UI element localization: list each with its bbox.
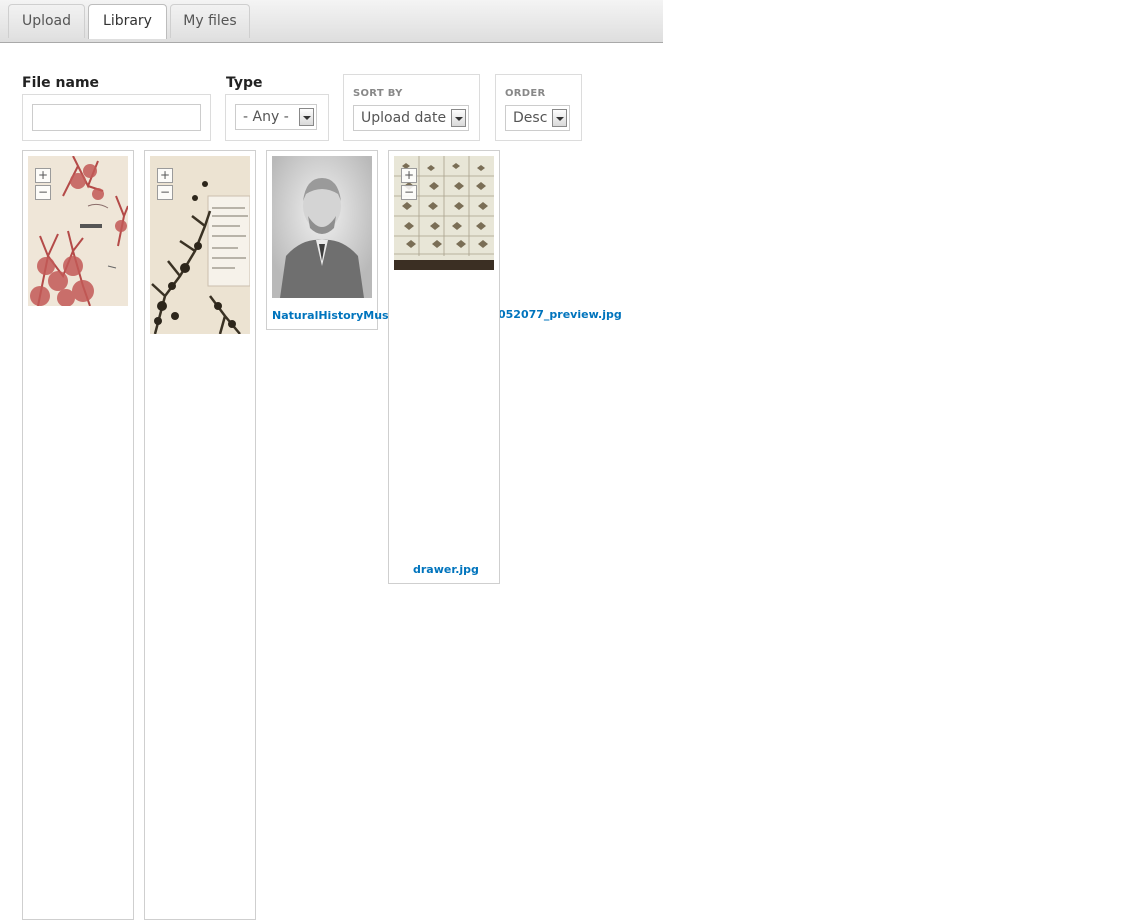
file-name-overflow: 052077_preview.jpg — [498, 308, 622, 321]
tab-bar: Upload Library My files — [0, 0, 663, 43]
file-name-link[interactable]: NaturalHistoryMuseu — [272, 309, 404, 322]
tab-my-files[interactable]: My files — [170, 4, 250, 38]
file-name-label: File name — [22, 75, 100, 91]
sort-by-label: SORT BY — [353, 88, 403, 99]
type-select-value: - Any - — [243, 109, 289, 125]
tab-library[interactable]: Library — [88, 4, 167, 39]
zoom-in-icon[interactable]: + — [35, 168, 51, 183]
type-select[interactable]: - Any - — [235, 104, 317, 130]
zoom-out-icon[interactable]: − — [157, 185, 173, 200]
order-box: ORDER Desc — [495, 74, 582, 141]
sort-by-select[interactable]: Upload date — [353, 105, 469, 131]
media-thumbnail[interactable] — [272, 156, 372, 298]
media-item[interactable]: + − — [22, 150, 134, 920]
media-thumbnail[interactable]: + − — [150, 156, 250, 334]
chevron-down-icon — [552, 109, 567, 127]
sort-by-box: SORT BY Upload date — [343, 74, 480, 141]
media-item[interactable]: + − drawer.jpg — [388, 150, 500, 584]
file-name-box — [22, 94, 211, 141]
order-label: ORDER — [505, 88, 546, 99]
zoom-in-icon[interactable]: + — [401, 168, 417, 183]
type-label: Type — [226, 75, 263, 91]
chevron-down-icon — [299, 108, 314, 126]
zoom-out-icon[interactable]: − — [401, 185, 417, 200]
file-name-input[interactable] — [32, 104, 201, 131]
chevron-down-icon — [451, 109, 466, 127]
sort-by-select-value: Upload date — [361, 110, 447, 126]
type-box: - Any - — [225, 94, 329, 141]
media-thumbnail[interactable]: + − — [394, 156, 494, 270]
order-select-value: Desc — [513, 110, 548, 126]
order-select[interactable]: Desc — [505, 105, 570, 131]
media-item[interactable]: NaturalHistoryMuseu — [266, 150, 404, 330]
media-item[interactable]: + − — [144, 150, 256, 920]
media-thumbnail[interactable]: + − — [28, 156, 128, 306]
zoom-in-icon[interactable]: + — [157, 168, 173, 183]
file-name-link[interactable]: drawer.jpg — [413, 563, 479, 576]
zoom-out-icon[interactable]: − — [35, 185, 51, 200]
tab-upload[interactable]: Upload — [8, 4, 85, 38]
